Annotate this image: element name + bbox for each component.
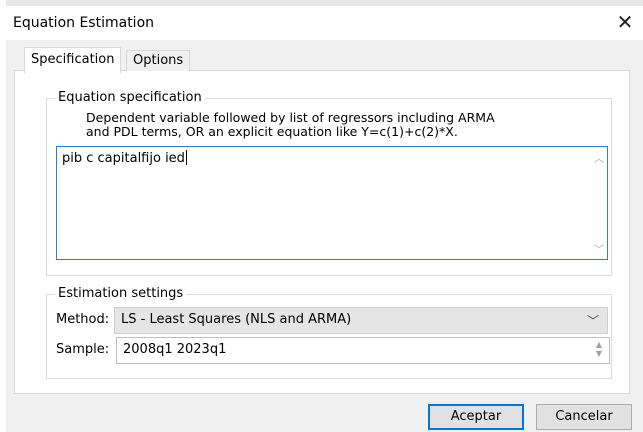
dialog-window: Equation Estimation ✕ Specification Opti… [0,0,643,432]
sample-label: Sample: [56,342,110,357]
left-edge [0,0,6,432]
chevron-up-icon[interactable]: ︿ [594,150,604,165]
equation-group-label: Equation specification [55,90,205,106]
sample-value: 2008q1 2023q1 [123,342,227,357]
equation-text: pib c capitalfijo ied [62,150,187,166]
method-label: Method: [56,312,110,327]
chevron-down-icon[interactable]: ﹀ [587,312,599,329]
method-value: LS - Least Squares (NLS and ARMA) [121,312,352,327]
ok-button[interactable]: Aceptar [428,404,524,430]
title-bar: Equation Estimation ✕ [6,6,643,40]
estimation-group-label: Estimation settings [55,286,187,302]
cancel-button[interactable]: Cancelar [536,404,632,430]
method-select[interactable]: LS - Least Squares (NLS and ARMA) ﹀ [114,307,608,334]
dialog-title: Equation Estimation [13,15,155,31]
vertical-scrollbar[interactable]: ︿ ﹀ [590,147,607,259]
text-caret [185,150,187,165]
tab-specification[interactable]: Specification [24,47,122,73]
equation-description-line1: Dependent variable followed by list of r… [86,110,495,125]
tab-options[interactable]: Options [126,50,191,71]
spinner-icon[interactable]: ▲ ▼ [591,340,607,360]
equation-textarea[interactable]: pib c capitalfijo ied ︿ ﹀ [56,146,608,260]
sample-input[interactable]: 2008q1 2023q1 ▲ ▼ [116,337,610,364]
chevron-down-icon[interactable]: ﹀ [594,241,604,256]
equation-description-line2: and PDL terms, OR an explicit equation l… [86,124,458,139]
close-icon[interactable]: ✕ [612,9,638,35]
